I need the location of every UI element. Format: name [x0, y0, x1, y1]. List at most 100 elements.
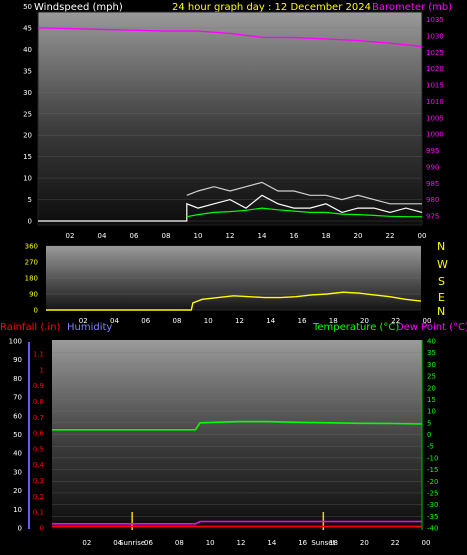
time-tick-label: 02 — [66, 232, 75, 240]
compass-letter: W — [437, 258, 448, 271]
temperature-tick-label: -20 — [427, 478, 438, 486]
time-tick-label: 20 — [360, 539, 369, 547]
time-tick-label: 00 — [422, 539, 431, 547]
temperature-tick-label: 10 — [427, 408, 436, 416]
barometer-tick-label: 1010 — [426, 98, 444, 106]
time-tick-label: 12 — [226, 232, 235, 240]
temperature-tick-label: 5 — [427, 419, 431, 427]
humidity-tick-label: 0 — [18, 525, 22, 533]
windspeed-tick-label: 45 — [23, 24, 32, 32]
barometer-tick-label: 975 — [426, 213, 439, 221]
time-tick-label: 08 — [175, 539, 184, 547]
weather-graph: Windspeed (mph) 24 hour graph day : 12 D… — [0, 0, 467, 555]
windspeed-ticks: 0 5 10 15 20 25 30 35 40 45 50 — [23, 3, 32, 226]
temperature-tick-label: -10 — [427, 454, 438, 462]
direction-tick-label: 0 — [34, 307, 38, 315]
temperature-tick-label: 40 — [427, 338, 436, 346]
barometer-ticks: 975 980 985 990 995 1000 1005 1010 1015 1020 1025 1… — [426, 16, 444, 220]
rainfall-tick-label: 0 — [40, 525, 44, 533]
temperature-tick-label: -15 — [427, 466, 438, 474]
temperature-tick-label: 35 — [427, 349, 436, 357]
rainfall-tick-label: 0.1 — [33, 509, 44, 517]
rainfall-tick-label: 1.1 — [33, 351, 44, 359]
time-tick-label: 10 — [194, 232, 203, 240]
time-tick-label: 06 — [144, 539, 153, 547]
direction-tick-label: 180 — [25, 275, 38, 283]
temperature-panel-background — [52, 340, 422, 530]
chart-title: 24 hour graph day : 12 December 2024 — [172, 2, 371, 13]
temperature-tick-label: 30 — [427, 361, 436, 369]
compass-letter: E — [438, 291, 445, 304]
humidity-tick-label: 70 — [13, 394, 22, 402]
direction-tick-label: 270 — [25, 259, 38, 267]
time-tick-label: 14 — [267, 539, 276, 547]
rainfall-tick-label: 0.2 — [33, 493, 44, 501]
humidity-tick-label: 40 — [13, 450, 22, 458]
windspeed-tick-label: 10 — [23, 175, 32, 183]
barometer-tick-label: 990 — [426, 163, 439, 171]
temperature-tick-label: -25 — [427, 489, 438, 497]
temperature-axis-label: Temperature (°C) — [312, 322, 399, 333]
windspeed-tick-label: 25 — [23, 110, 32, 118]
time-tick-label: 00 — [418, 232, 427, 240]
windspeed-tick-label: 35 — [23, 67, 32, 75]
time-tick-label: 14 — [258, 232, 267, 240]
chart-canvas: Windspeed (mph) 24 hour graph day : 12 D… — [0, 2, 467, 547]
temperature-tick-label: -40 — [427, 525, 438, 533]
humidity-tick-label: 50 — [13, 431, 22, 439]
rainfall-tick-label: 0.4 — [33, 461, 45, 469]
rainfall-tick-label: 0.8 — [33, 398, 44, 406]
barometer-tick-label: 1005 — [426, 114, 444, 122]
windspeed-tick-label: 20 — [23, 132, 32, 140]
temperature-tick-label: 20 — [427, 384, 436, 392]
wind-panel-background — [38, 12, 422, 225]
windspeed-tick-label: 50 — [23, 3, 32, 11]
temperature-tick-label: 25 — [427, 373, 436, 381]
time-tick-label: 16 — [298, 539, 307, 547]
direction-tick-label: 90 — [29, 291, 38, 299]
time-tick-label: 12 — [237, 539, 246, 547]
time-tick-label: 08 — [173, 317, 182, 325]
barometer-tick-label: 1030 — [426, 32, 444, 40]
time-tick-label: 20 — [354, 232, 363, 240]
sun-event-label: Sunrise — [119, 539, 145, 547]
sun-event-label: Sunset — [311, 539, 335, 547]
temperature-ticks: -40 -35 -30 -25 -20 -15 -10 -5 0 5 10 15 20 25 30 35 40 — [427, 338, 438, 533]
time-tick-label: 12 — [235, 317, 244, 325]
direction-tick-label: 360 — [25, 243, 38, 251]
time-tick-label: 22 — [386, 232, 395, 240]
barometer-tick-label: 995 — [426, 147, 439, 155]
rainfall-tick-label: 0.7 — [33, 414, 44, 422]
temperature-tick-label: -35 — [427, 513, 438, 521]
time-tick-label: 22 — [391, 539, 400, 547]
time-tick-label: 06 — [141, 317, 150, 325]
temperature-tick-label: 15 — [427, 396, 436, 404]
temperature-tick-label: -5 — [427, 443, 434, 451]
humidity-ticks: 0 10 20 30 40 50 60 70 80 90 100 — [9, 338, 22, 533]
humidity-tick-label: 80 — [13, 375, 22, 383]
time-tick-label: 14 — [266, 317, 275, 325]
windspeed-tick-label: 30 — [23, 89, 32, 97]
windspeed-tick-label: 15 — [23, 153, 32, 161]
humidity-tick-label: 20 — [13, 487, 22, 495]
rainfall-axis-label: Rainfall (.in) — [0, 322, 61, 333]
dewpoint-axis-label: Dew Point (°C) — [396, 322, 467, 333]
barometer-tick-label: 1035 — [426, 16, 444, 24]
windspeed-tick-label: 5 — [28, 196, 32, 204]
humidity-tick-label: 90 — [13, 356, 22, 364]
windspeed-tick-label: 0 — [28, 218, 32, 226]
windspeed-axis-label: Windspeed (mph) — [34, 2, 123, 13]
compass-letter: N — [437, 240, 445, 253]
time-tick-label: 06 — [130, 232, 139, 240]
humidity-tick-label: 100 — [9, 338, 22, 346]
rainfall-tick-label: 0.9 — [33, 382, 44, 390]
barometer-tick-label: 985 — [426, 180, 439, 188]
humidity-tick-label: 10 — [13, 506, 22, 514]
direction-ticks: 0 90 180 270 360 — [25, 243, 38, 315]
time-tick-label: 02 — [82, 539, 91, 547]
time-tick-label: 16 — [298, 317, 307, 325]
rainfall-tick-label: 0.5 — [33, 445, 44, 453]
barometer-tick-label: 1000 — [426, 131, 444, 139]
wind-time-ticks: 02 04 06 08 10 12 14 16 18 20 22 00 — [66, 232, 427, 240]
compass-letter: N — [437, 305, 445, 318]
